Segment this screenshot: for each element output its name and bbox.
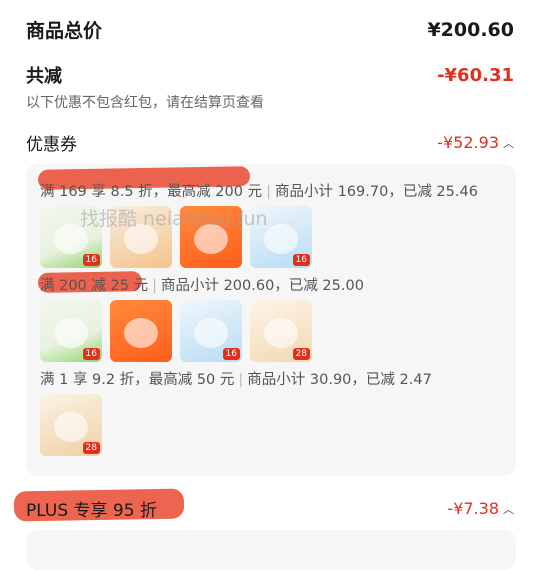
watermark-text: 找报酷 neianbao.fun — [80, 208, 268, 230]
coupon-row[interactable]: 优惠券 -¥52.93 ︿ — [26, 130, 514, 155]
plus-amount-group[interactable]: -¥7.38 ︿ — [447, 499, 514, 518]
total-reduce-value: -¥60.31 — [437, 64, 514, 86]
chevron-up-icon[interactable]: ︿ — [503, 501, 514, 517]
product-thumbnail[interactable]: 28 — [40, 394, 102, 456]
coupon-tier-2: 满 200 减 25 元 | 商品小计 200.60，已减 25.00 — [40, 274, 364, 295]
tier-rule: 满 1 享 9.2 折，最高减 50 元 — [40, 372, 235, 388]
tier-2-products: 16 16 28 — [40, 300, 312, 362]
coupon-amount: -¥52.93 — [437, 133, 499, 152]
product-image — [194, 318, 228, 348]
tier-subtotal: 商品小计 200.60，已减 25.00 — [160, 278, 364, 294]
price-tag: 28 — [82, 442, 100, 454]
total-price-row: 商品总价 ¥200.60 — [26, 16, 514, 43]
coupon-tier-3: 满 1 享 9.2 折，最高减 50 元 | 商品小计 30.90，已减 2.47 — [40, 368, 432, 389]
total-reduce-row: 共减 -¥60.31 — [26, 62, 514, 88]
price-tag: 28 — [292, 348, 310, 360]
price-tag: 16 — [292, 254, 310, 266]
divider: | — [238, 372, 244, 388]
coupon-tier-1: 满 169 享 8.5 折，最高减 200 元 | 商品小计 169.70，已减 2… — [40, 180, 478, 201]
product-image — [264, 318, 298, 348]
divider: | — [266, 184, 271, 200]
product-image — [54, 318, 88, 348]
price-tag: 16 — [222, 348, 240, 360]
tier-subtotal: 商品小计 30.90，已减 2.47 — [247, 372, 432, 388]
discount-note: 以下优惠不包含红包，请在结算页查看 — [26, 95, 264, 111]
product-thumbnail[interactable]: 28 — [250, 300, 312, 362]
divider: | — [152, 278, 157, 294]
tier-rule: 满 169 享 8.5 折，最高减 200 元 — [40, 184, 263, 200]
total-reduce-label: 共减 — [26, 66, 62, 87]
tier-subtotal: 商品小计 169.70，已减 25.46 — [274, 184, 478, 200]
total-price-value: ¥200.60 — [427, 18, 514, 41]
product-thumbnail[interactable]: 16 — [40, 300, 102, 362]
tier-rule: 满 200 减 25 元 — [40, 278, 149, 294]
chevron-up-icon[interactable]: ︿ — [503, 135, 514, 151]
product-image — [124, 318, 158, 348]
product-image — [54, 412, 88, 442]
price-tag: 16 — [82, 254, 100, 266]
product-image — [264, 224, 298, 254]
product-thumbnail[interactable] — [110, 300, 172, 362]
plus-discount-amount: -¥7.38 — [447, 499, 499, 518]
tier-3-products: 28 — [40, 394, 102, 456]
plus-detail-card — [26, 530, 516, 570]
product-thumbnail[interactable]: 16 — [180, 300, 242, 362]
total-price-label: 商品总价 — [26, 20, 103, 42]
plus-discount-row[interactable]: PLUS 专享 95 折 -¥7.38 ︿ — [26, 496, 514, 521]
coupon-label: 优惠券 — [26, 135, 77, 155]
plus-discount-label: PLUS 专享 95 折 — [26, 501, 157, 521]
coupon-amount-group[interactable]: -¥52.93 ︿ — [437, 133, 514, 152]
price-tag: 16 — [82, 348, 100, 360]
